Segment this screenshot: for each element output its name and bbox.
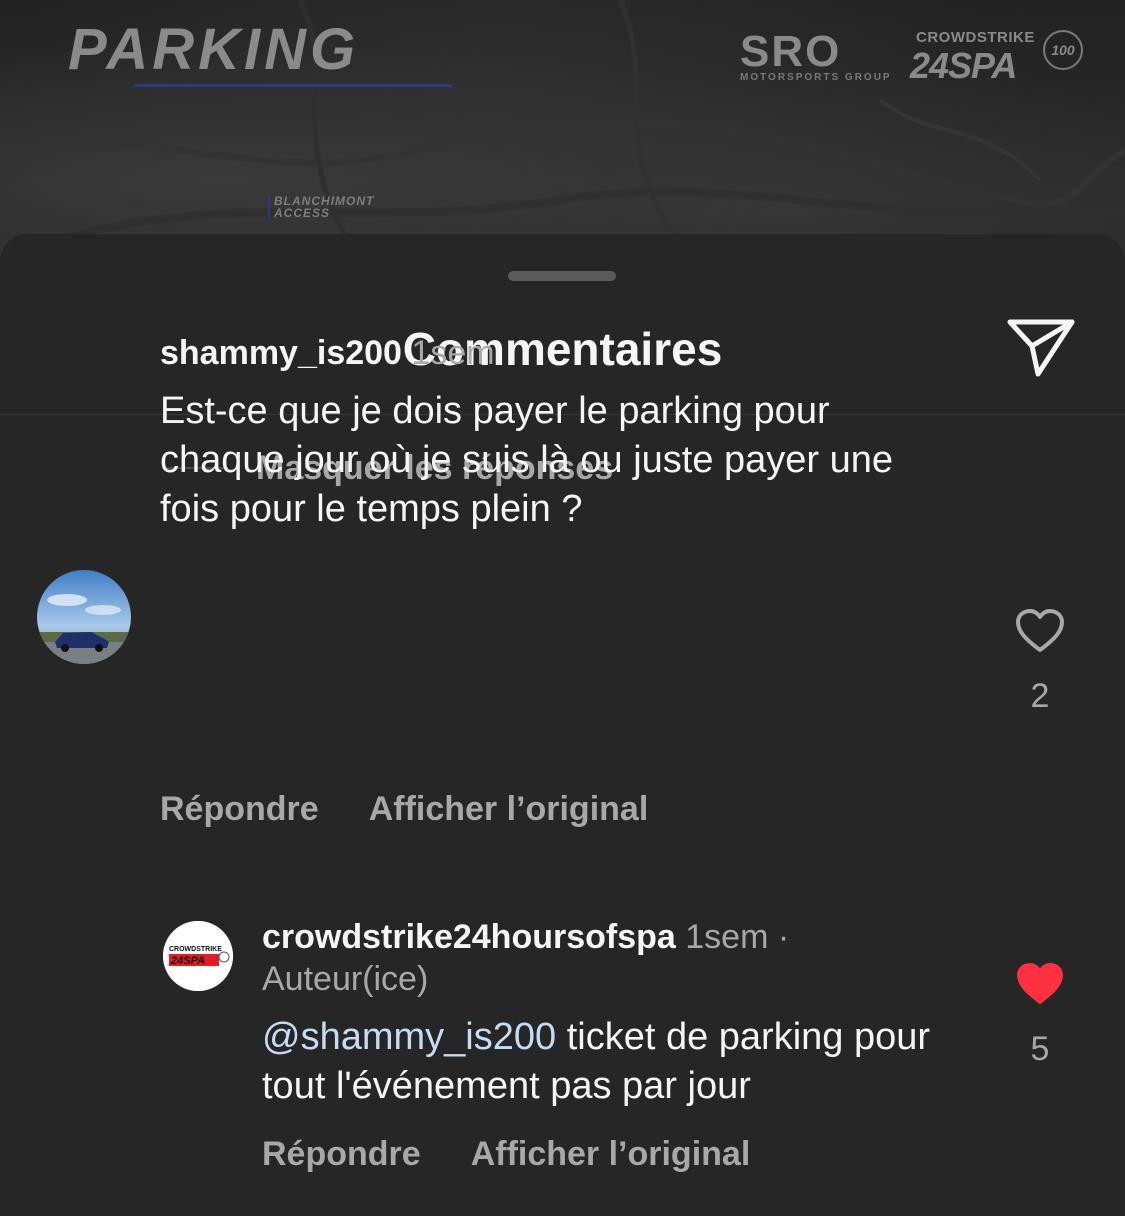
like-count: 5 — [1030, 1030, 1050, 1068]
comment-header: crowdstrike24hoursofspa 1sem · — [262, 916, 789, 958]
comment-actions: Répondre Afficher l’original — [160, 790, 648, 829]
like-button[interactable]: 2 — [1010, 608, 1070, 716]
anniversary-badge: 100 — [1043, 30, 1083, 70]
24spa-logo: 24SPA — [910, 45, 1017, 86]
like-count: 2 — [1030, 677, 1050, 715]
reply-button[interactable]: Répondre — [160, 790, 319, 829]
author-tag: Auteur(ice) — [262, 960, 429, 998]
avatar[interactable]: CROWDSTRIKE 24SPA — [163, 921, 233, 991]
see-original-button[interactable]: Afficher l’original — [471, 1135, 751, 1174]
sheet-grabber-handle[interactable] — [508, 271, 616, 281]
banner-title-underline — [134, 84, 452, 87]
comment-header: shammy_is200 1sem — [160, 332, 495, 374]
access-line-2: ACCESS — [274, 206, 331, 220]
avatar[interactable] — [37, 570, 131, 664]
paper-plane-icon — [1007, 319, 1075, 377]
comment-text: Est-ce que je dois payer le parking pour… — [160, 390, 894, 530]
heart-outline-icon — [1016, 609, 1064, 652]
reply-button[interactable]: Répondre — [262, 1135, 421, 1174]
comment-timestamp: 1sem · — [685, 918, 790, 956]
share-button[interactable] — [1004, 316, 1076, 380]
comment-text: @shammy_is200 ticket de parking pour tou… — [262, 1013, 962, 1111]
comment-timestamp: 1sem — [411, 334, 495, 372]
sro-logo-subtitle: MOTORSPORTS GROUP — [740, 72, 892, 83]
heart-filled-icon — [1017, 963, 1063, 1004]
mention-link[interactable]: @shammy_is200 — [262, 1016, 556, 1058]
comment-username[interactable]: shammy_is200 — [160, 334, 402, 372]
see-original-button[interactable]: Afficher l’original — [369, 790, 649, 829]
comment-actions: Répondre Afficher l’original — [262, 1135, 750, 1174]
avatar-brand-text: CROWDSTRIKE — [169, 946, 222, 953]
user-avatar-car-photo — [37, 570, 131, 664]
banner-title: PARKING — [68, 17, 360, 82]
crowdstrike-logo: CROWDSTRIKE — [916, 29, 1035, 46]
crowdstrike-24spa-avatar-logo: CROWDSTRIKE 24SPA — [163, 921, 233, 991]
avatar-logo-text: 24SPA — [170, 955, 205, 967]
comment-username[interactable]: crowdstrike24hoursofspa — [262, 918, 676, 956]
post-banner-image: PARKING SRO MOTORSPORTS GROUP CROWDSTRIK… — [0, 0, 1125, 260]
like-button[interactable]: 5 — [1010, 961, 1070, 1069]
sro-logo: SRO — [740, 27, 842, 76]
blanchimont-access-label: BLANCHIMONT ACCESS — [268, 195, 374, 219]
